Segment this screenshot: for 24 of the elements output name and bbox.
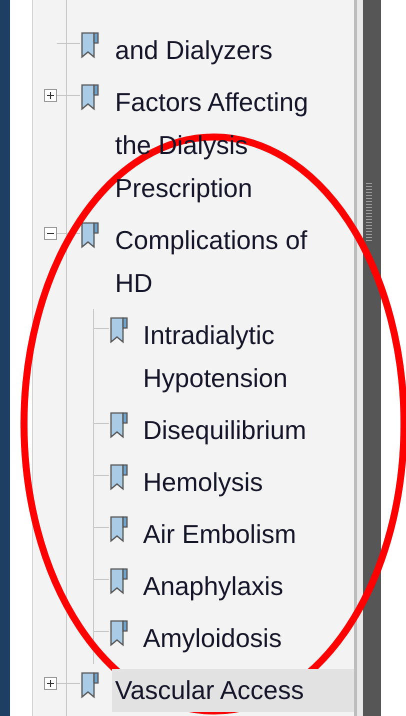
bookmark-icon [109, 316, 129, 344]
bookmark-icon [80, 82, 100, 110]
grip-handle[interactable] [366, 183, 372, 241]
bookmark-icon [109, 514, 129, 542]
bookmark-label[interactable]: Intradialytic Hypotension [143, 314, 354, 400]
expand-toggle[interactable] [44, 226, 57, 240]
bookmark-icon [109, 410, 129, 438]
bookmark-icon [109, 462, 129, 490]
bookmark-icon [109, 566, 129, 594]
bookmark-icon [80, 670, 100, 698]
bookmark-icon [80, 220, 100, 248]
bookmark-label[interactable]: Anaphylaxis [143, 564, 354, 608]
expand-toggle[interactable] [44, 676, 57, 690]
bookmark-icon [80, 30, 100, 58]
bookmark-label[interactable]: Vascular Access [112, 668, 354, 712]
bookmark-icon [109, 618, 129, 646]
bookmark-label[interactable]: and Dialyzers [112, 28, 354, 72]
expand-toggle[interactable] [44, 88, 57, 102]
bookmark-label[interactable]: Amyloidosis [143, 616, 354, 660]
bookmark-label[interactable]: Hemolysis [143, 460, 354, 504]
scrollbar[interactable] [357, 0, 381, 716]
bookmark-label[interactable]: Air Embolism [143, 512, 354, 556]
bookmark-label[interactable]: Complications of HD [112, 218, 354, 304]
bookmark-label[interactable]: Disequilibrium [143, 408, 354, 452]
